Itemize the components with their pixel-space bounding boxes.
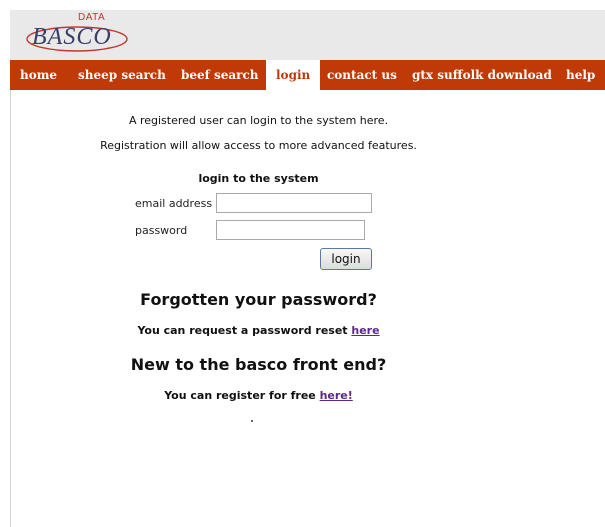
intro-line-2: Registration will allow access to more a… xyxy=(100,139,417,152)
main-nav: home sheep search beef search login cont… xyxy=(10,60,605,90)
nav-item-home[interactable]: home xyxy=(10,60,67,90)
logo-word-text: BASCO xyxy=(32,24,112,50)
nav-item-sheep-search[interactable]: sheep search xyxy=(68,60,176,90)
password-reset-link[interactable]: here xyxy=(351,324,379,337)
register-link[interactable]: here! xyxy=(320,389,353,402)
forgot-password-heading: Forgotten your password? xyxy=(140,290,377,309)
nav-item-contact-us[interactable]: contact us xyxy=(317,60,407,90)
main-content: A registered user can login to the syste… xyxy=(10,90,605,527)
nav-item-beef-search[interactable]: beef search xyxy=(171,60,269,90)
logo-data-text: DATA xyxy=(78,12,106,23)
email-field[interactable] xyxy=(216,193,372,213)
register-prefix: You can register for free xyxy=(164,389,320,402)
nav-item-help[interactable]: help xyxy=(556,60,605,90)
forgot-password-prefix: You can request a password reset xyxy=(137,324,352,337)
decorative-dot xyxy=(251,420,253,422)
basco-logo[interactable]: DATA BASCO xyxy=(22,12,132,58)
email-label: email address xyxy=(135,197,213,210)
nav-item-gtx-suffolk-download[interactable]: gtx suffolk download xyxy=(402,60,562,90)
site-header: DATA BASCO xyxy=(10,10,605,60)
login-button[interactable]: login xyxy=(320,248,372,270)
login-form-title: login to the system xyxy=(198,172,319,185)
intro-line-1: A registered user can login to the syste… xyxy=(128,114,389,127)
password-label: password xyxy=(135,224,188,237)
forgot-password-text: You can request a password reset here xyxy=(10,324,507,337)
register-text: You can register for free here! xyxy=(10,389,507,402)
nav-item-login[interactable]: login xyxy=(266,60,321,90)
register-heading: New to the basco front end? xyxy=(130,355,387,374)
password-field[interactable] xyxy=(216,220,365,240)
